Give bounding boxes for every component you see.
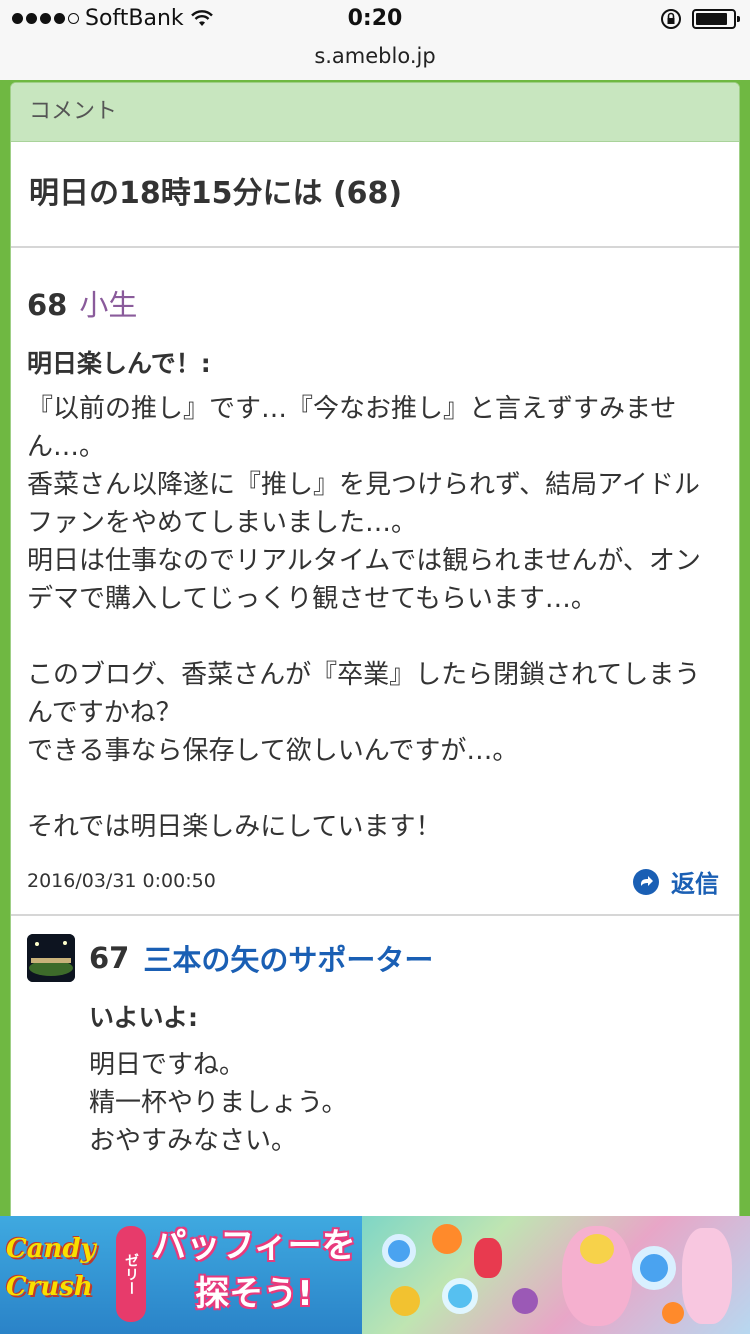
comment-panel: コメント 明日の18時15分には (68) 68 小生 明日楽しんで！: 『以前… [10, 82, 740, 1222]
reply-arrow-icon [633, 868, 659, 895]
comment-author: 小生 [79, 288, 138, 322]
comment-subject: いよいよ: [89, 1003, 198, 1032]
avatar[interactable] [27, 934, 75, 982]
comment-date: 2016/03/31 0:00:50 [27, 870, 216, 892]
url-text: s.ameblo.jp [314, 44, 436, 68]
comment-number: 67 [89, 941, 130, 975]
comment-number: 68 [27, 288, 68, 322]
comment-footer: 2016/03/31 0:00:50 返信 [27, 854, 723, 914]
comment-body: 『以前の推し』です…『今なお推し』と言えずすみません…。 香菜さん以降遂に『推し… [27, 394, 701, 842]
reply-button[interactable]: 返信 [633, 864, 719, 899]
comment-divider [11, 914, 739, 916]
ad-text-area: Candy Crush ゼリー パッフィーを探そう! [0, 1216, 362, 1334]
status-indicators [660, 8, 740, 30]
comment-author-link[interactable]: 三本の矢のサポーター [143, 937, 433, 979]
status-time: 0:20 [347, 6, 403, 31]
reply-label: 返信 [671, 870, 719, 898]
ad-sub-logo: ゼリー [116, 1226, 146, 1322]
entry-title[interactable]: 明日の18時15分には (68) [11, 142, 739, 248]
comment-content: いよいよ: 明日ですね。 精一杯やりましょう。 おやすみなさい。 [27, 998, 723, 1160]
comment-subject: 明日楽しんで！: [27, 349, 211, 378]
address-bar[interactable]: s.ameblo.jp [0, 42, 750, 80]
comment-header: 68 小生 [27, 282, 723, 324]
panel-header: コメント [11, 83, 739, 142]
ad-banner[interactable]: Candy Crush ゼリー パッフィーを探そう! [0, 1216, 750, 1334]
comment-body: 明日ですね。 精一杯やりましょう。 おやすみなさい。 [89, 1050, 348, 1156]
status-bar: SoftBank 0:20 [0, 0, 750, 42]
comment-header: 67 三本の矢のサポーター [27, 934, 723, 982]
ad-logo: Candy Crush [6, 1234, 96, 1302]
battery-icon [692, 9, 740, 29]
battery-level-fill [696, 13, 727, 25]
ad-image [362, 1216, 750, 1334]
comment-item: 68 小生 明日楽しんで！: 『以前の推し』です…『今なお推し』と言えずすみませ… [11, 282, 739, 1160]
orientation-lock-icon [661, 9, 681, 29]
ad-headline: パッフィーを探そう! [152, 1226, 356, 1314]
